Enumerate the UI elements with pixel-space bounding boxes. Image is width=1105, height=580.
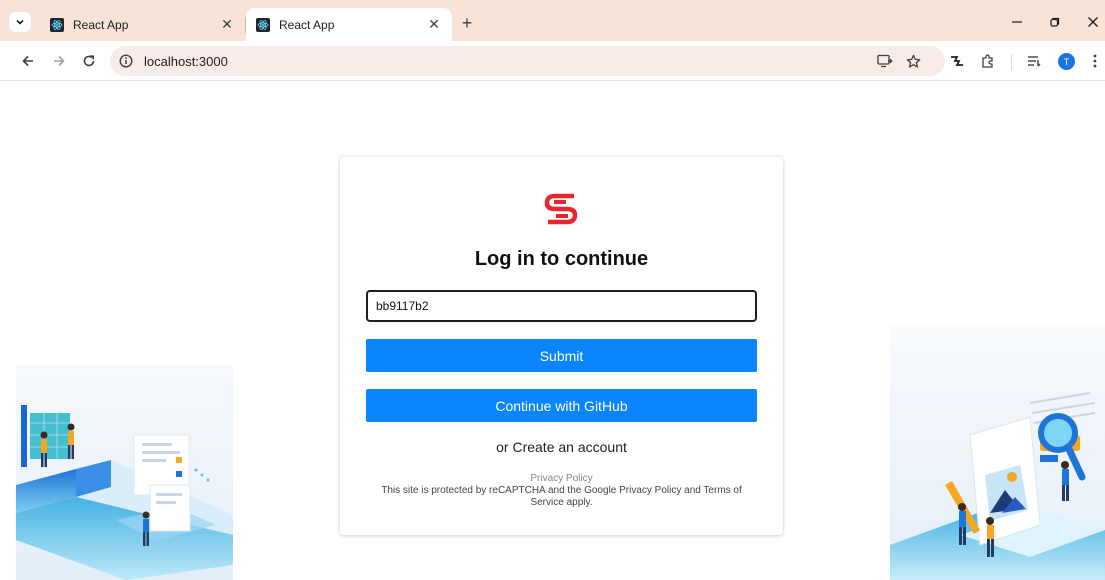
identifier-input[interactable] (366, 290, 757, 322)
s-logo-icon (544, 193, 578, 225)
new-tab-button[interactable]: + (456, 12, 478, 34)
close-window-button[interactable] (1081, 10, 1105, 34)
tab-strip: React App ✕ React App ✕ + (0, 0, 1105, 41)
recaptcha-notice: This site is protected by reCAPTCHA and … (381, 485, 742, 508)
tab-title: React App (279, 17, 335, 32)
minimize-icon (1012, 21, 1022, 23)
close-icon (1088, 17, 1098, 27)
toolbar-divider (1011, 54, 1012, 70)
tab-react-app-1[interactable]: React App ✕ (40, 8, 245, 41)
tab-search-button[interactable] (9, 12, 31, 32)
profile-avatar[interactable]: T (1058, 53, 1075, 70)
close-icon[interactable]: ✕ (219, 16, 235, 33)
arrow-right-icon (54, 55, 65, 67)
arrow-left-icon (22, 55, 33, 67)
info-icon[interactable] (118, 53, 134, 69)
react-logo-icon (256, 17, 270, 32)
page-content: Log in to continue Submit Continue with … (0, 82, 1105, 580)
tab-title: React App (73, 17, 129, 32)
kebab-menu-icon[interactable] (1085, 51, 1105, 71)
minimize-button[interactable] (1005, 10, 1029, 34)
extension-icon[interactable] (947, 51, 967, 71)
plus-icon: + (461, 12, 473, 33)
close-icon[interactable]: ✕ (426, 16, 442, 33)
create-account-text[interactable]: or Create an account (496, 439, 627, 455)
browser-toolbar: localhost:3000 T (0, 41, 1105, 81)
login-card: Log in to continue Submit Continue with … (340, 157, 783, 535)
create-account-link[interactable]: or Create an account (340, 439, 783, 455)
reading-list-icon[interactable] (1024, 51, 1044, 71)
submit-button[interactable]: Submit (366, 339, 757, 372)
star-icon[interactable] (905, 53, 921, 69)
login-heading: Log in to continue (474, 248, 649, 270)
install-app-icon[interactable] (877, 53, 893, 69)
back-button[interactable] (17, 50, 39, 72)
isometric-illustration-right (890, 325, 1105, 580)
puzzle-icon[interactable] (978, 51, 998, 71)
chevron-down-icon (16, 19, 24, 25)
privacy-policy-link[interactable]: Privacy Policy (340, 473, 783, 484)
react-logo-icon (50, 17, 64, 32)
continue-with-github-button[interactable]: Continue with GitHub (366, 389, 757, 422)
forward-button[interactable] (48, 50, 70, 72)
reload-icon (83, 55, 95, 67)
url-text: localhost:3000 (144, 54, 228, 69)
address-bar[interactable]: localhost:3000 (110, 46, 945, 76)
reload-button[interactable] (78, 50, 100, 72)
isometric-illustration-left (16, 365, 233, 580)
restore-button[interactable] (1043, 10, 1067, 34)
restore-icon (1050, 17, 1060, 27)
tab-react-app-2[interactable]: React App ✕ (246, 8, 452, 41)
